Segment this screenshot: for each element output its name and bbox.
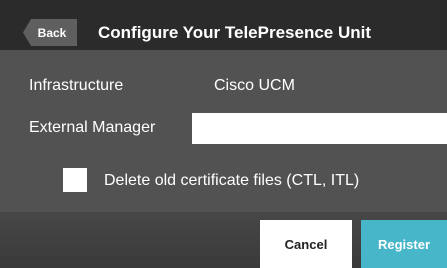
delete-certificates-label: Delete old certificate files (CTL, ITL) [104, 172, 360, 189]
external-manager-input[interactable] [192, 113, 447, 144]
header-bar: Back Configure Your TelePresence Unit [0, 0, 447, 50]
back-button[interactable]: Back [23, 19, 77, 46]
register-button[interactable]: Register [361, 220, 447, 268]
infrastructure-label: Infrastructure [29, 77, 124, 94]
infrastructure-value: Cisco UCM [214, 77, 295, 94]
external-manager-label: External Manager [29, 119, 156, 136]
cancel-button[interactable]: Cancel [260, 220, 352, 268]
delete-certificates-checkbox[interactable] [63, 168, 87, 192]
page-title: Configure Your TelePresence Unit [98, 23, 372, 42]
